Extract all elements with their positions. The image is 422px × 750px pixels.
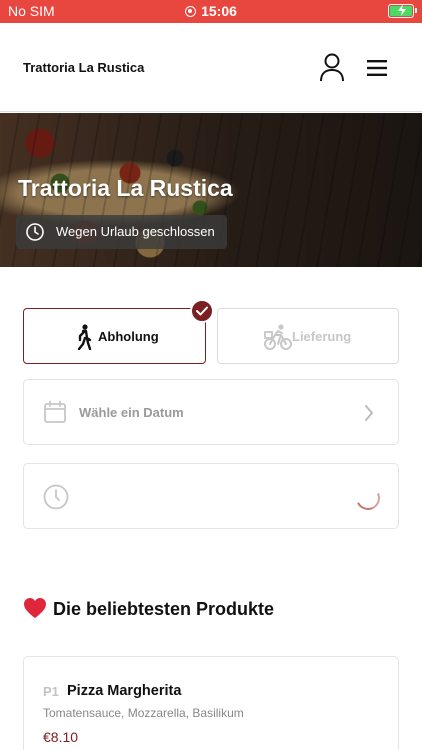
product-description: Tomatensauce, Mozzarella, Basilikum <box>43 706 244 720</box>
bicycle-courier-icon <box>264 324 292 350</box>
delivery-option-button[interactable]: Lieferung <box>217 308 399 364</box>
user-icon[interactable] <box>318 53 346 83</box>
closed-status-badge: Wegen Urlaub geschlossen <box>16 215 227 249</box>
popular-products-title: Die beliebtesten Produkte <box>53 599 275 619</box>
product-name: Pizza Margherita <box>67 683 182 699</box>
charging-bolt-icon <box>398 4 406 16</box>
heart-icon <box>24 598 46 618</box>
closed-status-text: Wegen Urlaub geschlossen <box>56 224 215 239</box>
status-time: 15:06 <box>201 3 237 19</box>
status-bar: No SIM 15:06 <box>0 0 422 23</box>
hero-title: Trattoria La Rustica <box>18 175 233 201</box>
date-picker-field[interactable]: Wähle ein Datum <box>23 379 399 445</box>
loading-spinner-icon <box>352 482 384 514</box>
selected-check-icon <box>190 299 214 323</box>
screen-recording-icon <box>185 6 197 17</box>
pickup-option-button[interactable]: Abholung <box>23 308 206 364</box>
clock-icon <box>43 484 69 510</box>
calendar-icon <box>44 400 66 423</box>
walking-person-icon <box>77 324 92 350</box>
hero-banner: Trattoria La Rustica Wegen Urlaub geschl… <box>0 113 422 267</box>
clock-icon <box>26 223 44 241</box>
battery-icon <box>388 4 417 18</box>
date-picker-placeholder: Wähle ein Datum <box>79 405 184 420</box>
product-card[interactable]: P1 Pizza Margherita Tomatensauce, Mozzar… <box>23 656 399 750</box>
product-code: P1 <box>43 684 59 699</box>
product-price: €8.10 <box>43 729 79 745</box>
popular-products-heading: Die beliebtesten Produkte <box>23 597 274 620</box>
hamburger-menu-icon[interactable] <box>363 57 391 79</box>
app-header: Trattoria La Rustica <box>0 23 422 112</box>
chevron-right-icon <box>365 405 373 421</box>
header-restaurant-name: Trattoria La Rustica <box>23 60 145 75</box>
status-center: 15:06 <box>0 3 422 19</box>
time-picker-field[interactable] <box>23 463 399 529</box>
delivery-label: Lieferung <box>292 329 352 344</box>
pickup-label: Abholung <box>98 329 159 344</box>
